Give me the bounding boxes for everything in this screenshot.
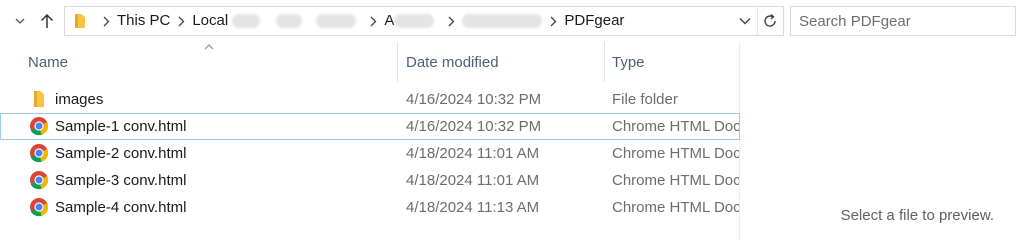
file-date: 4/16/2024 10:32 PM (406, 118, 542, 135)
file-date: 4/18/2024 11:01 AM (406, 145, 540, 162)
breadcrumb-separator-icon[interactable] (170, 7, 192, 35)
column-divider[interactable] (397, 42, 398, 82)
recent-locations-button[interactable] (10, 8, 30, 34)
file-date: 4/16/2024 10:32 PM (406, 91, 542, 108)
list-item[interactable]: Sample-2 conv.html 4/18/2024 11:01 AM Ch… (0, 140, 740, 167)
breadcrumb-local-label: Local (192, 12, 233, 29)
search-input[interactable] (799, 7, 1009, 35)
redacted-text (316, 14, 357, 28)
folder-icon (29, 89, 49, 109)
list-item[interactable]: Sample-3 conv.html 4/18/2024 11:01 AM Ch… (0, 167, 740, 194)
redacted-text (232, 14, 261, 29)
redacted-text (394, 14, 435, 29)
breadcrumb-separator-icon[interactable] (362, 7, 384, 35)
preview-message: Select a file to preview. (840, 207, 994, 224)
arrow-up-icon (40, 13, 54, 28)
list-item[interactable]: images 4/16/2024 10:32 PM File folder (0, 86, 740, 113)
list-item[interactable]: Sample-4 conv.html 4/18/2024 11:13 AM Ch… (0, 194, 740, 221)
breadcrumb-user[interactable]: A (384, 7, 435, 35)
file-list: Name Date modified Type images 4/16/2024… (0, 42, 740, 240)
folder-icon (65, 7, 95, 35)
chrome-icon (29, 170, 49, 190)
column-header-date-modified[interactable]: Date modified (406, 42, 602, 82)
column-divider[interactable] (604, 42, 605, 82)
file-type: File folder (612, 91, 678, 108)
search-box[interactable] (790, 6, 1016, 36)
list-item[interactable]: Sample-1 conv.html 4/16/2024 10:32 PM Ch… (0, 113, 740, 140)
file-explorer-window: This PC Local A PDFgear Search PDFgear N… (0, 0, 1024, 240)
up-button[interactable] (34, 8, 60, 34)
file-name: Sample-1 conv.html (55, 118, 187, 135)
redacted-text (462, 14, 543, 28)
file-rows: images 4/16/2024 10:32 PM File folder Sa… (0, 86, 740, 221)
refresh-button[interactable] (757, 7, 781, 35)
breadcrumb-separator-icon[interactable] (440, 7, 462, 35)
address-history-button[interactable] (735, 7, 755, 35)
file-type: Chrome HTML Document (612, 199, 739, 216)
breadcrumb-pdfgear[interactable]: PDFgear (564, 7, 624, 35)
breadcrumb-separator-icon[interactable] (95, 7, 117, 35)
chevron-down-icon (15, 18, 25, 24)
chrome-icon (29, 197, 49, 217)
file-name: Sample-4 conv.html (55, 199, 187, 216)
file-type: Chrome HTML Document (612, 145, 739, 162)
breadcrumb-local-disk[interactable]: Local (192, 7, 261, 35)
refresh-icon (763, 13, 776, 27)
address-bar[interactable]: This PC Local A PDFgear (64, 6, 784, 36)
breadcrumb: This PC Local A PDFgear (65, 7, 624, 35)
file-name: images (55, 91, 104, 108)
column-header-type[interactable]: Type (612, 42, 740, 82)
file-name: Sample-3 conv.html (55, 172, 187, 189)
file-date: 4/18/2024 11:01 AM (406, 172, 540, 189)
breadcrumb-separator-icon[interactable] (542, 7, 564, 35)
file-type: Chrome HTML Document (612, 118, 739, 135)
breadcrumb-this-pc[interactable]: This PC (117, 7, 170, 35)
address-toolbar: This PC Local A PDFgear (0, 0, 1024, 42)
breadcrumb-user-label: A (384, 12, 395, 29)
file-type: Chrome HTML Document (612, 172, 739, 189)
file-name: Sample-2 conv.html (55, 145, 187, 162)
redacted-text (276, 14, 303, 28)
chevron-down-icon (739, 18, 751, 25)
chrome-icon (29, 116, 49, 136)
chrome-icon (29, 143, 49, 163)
column-header-name[interactable]: Name (28, 42, 396, 82)
file-date: 4/18/2024 11:13 AM (406, 199, 540, 216)
